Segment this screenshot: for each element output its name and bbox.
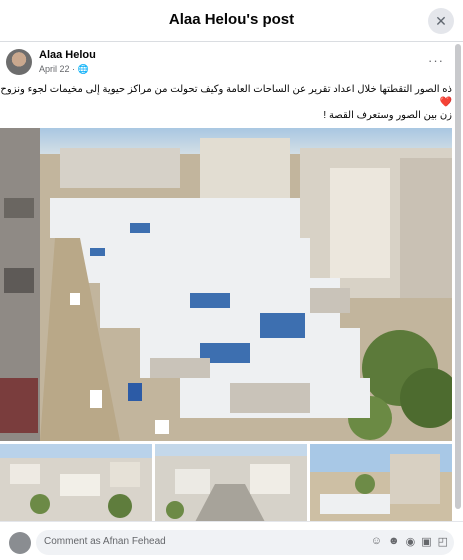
emoji-icon[interactable]: ☻ [388, 535, 400, 548]
comment-placeholder: Comment as Afnan Fehead [44, 536, 166, 547]
city-aerial-photo [0, 444, 152, 521]
dialog-title: Alaa Helou's post [168, 11, 295, 28]
post-text-line: زن بين الصور وستعرف القصة ! [323, 110, 452, 121]
comment-tools: ☺ ☻ ◉ ▣ ◰ [371, 535, 448, 548]
author-avatar[interactable] [6, 49, 32, 75]
close-icon: ✕ [435, 12, 447, 29]
post-meta: April 22 · 🌐 [39, 64, 89, 74]
dialog-header: Alaa Helou's post ✕ [0, 0, 463, 42]
camera-icon[interactable]: ◉ [406, 535, 416, 548]
post-scroll-area[interactable]: Alaa Helou April 22 · 🌐 ··· ذه الصور الت… [0, 41, 463, 521]
comment-input[interactable]: Comment as Afnan Fehead ☺ ☻ ◉ ▣ ◰ [36, 530, 454, 555]
scrollbar[interactable] [455, 44, 461, 509]
author-name[interactable]: Alaa Helou [39, 49, 96, 61]
post-text: ذه الصور التقطتها خلال اعداد تقرير عن ال… [0, 83, 452, 122]
comment-bar: Comment as Afnan Fehead ☺ ☻ ◉ ▣ ◰ [0, 521, 463, 560]
thumbnail-photo-1[interactable] [0, 444, 152, 521]
thumbnail-photo-2[interactable] [155, 444, 307, 521]
photo-thumbnails [0, 444, 452, 521]
globe-icon: 🌐 [77, 64, 89, 74]
post-date[interactable]: April 22 [39, 64, 70, 74]
avatar-sticker-icon[interactable]: ☺ [371, 535, 382, 548]
thumbnail-photo-3[interactable] [310, 444, 452, 521]
post-header: Alaa Helou April 22 · 🌐 ··· [6, 47, 446, 81]
main-photo[interactable] [0, 128, 452, 441]
sticker-icon[interactable]: ◰ [438, 535, 448, 548]
post-text-line: ذه الصور التقطتها خلال اعداد تقرير عن ال… [0, 84, 452, 95]
tent-camp-photo [310, 444, 452, 521]
heart-emoji: ❤️ [439, 97, 452, 108]
more-options-icon[interactable]: ··· [428, 53, 444, 68]
gif-icon[interactable]: ▣ [421, 535, 431, 548]
camp-aerial-photo [0, 128, 452, 441]
user-avatar [9, 532, 31, 554]
close-button[interactable]: ✕ [428, 8, 454, 34]
city-square-photo [155, 444, 307, 521]
